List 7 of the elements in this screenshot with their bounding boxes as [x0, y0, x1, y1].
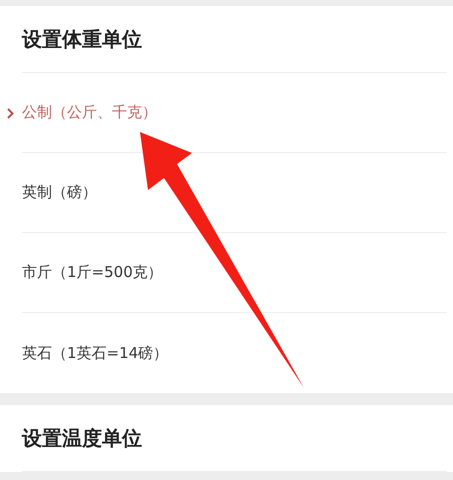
unit-option[interactable]: 公制（公斤、千克）: [22, 101, 157, 124]
unit-option[interactable]: 英石（1英石=14磅）: [22, 342, 168, 364]
section-title: 设置体重单位: [22, 26, 142, 53]
unit-option[interactable]: 英制（磅）: [22, 181, 97, 204]
section-title: 设置温度单位: [22, 425, 142, 452]
unit-option[interactable]: 市斤（1斤=500克）: [22, 261, 163, 284]
chevron-icon: [7, 108, 14, 119]
